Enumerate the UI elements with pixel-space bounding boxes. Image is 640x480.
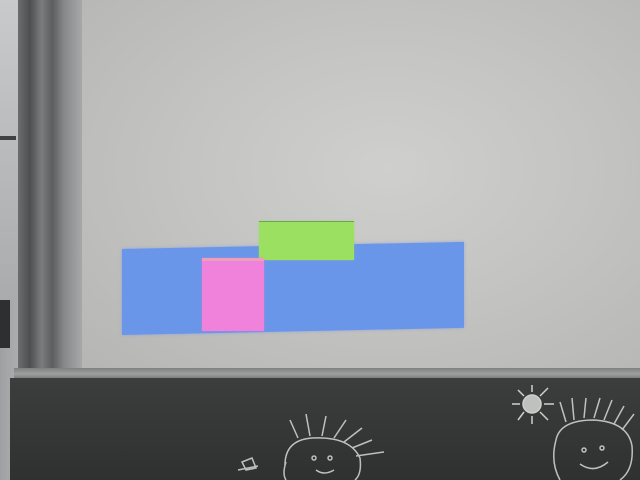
photo-scene — [0, 0, 640, 480]
sun-drawing — [512, 385, 554, 424]
chalk-drawings — [237, 385, 635, 480]
face-drawing-right — [553, 397, 635, 480]
face-drawing — [237, 413, 385, 480]
